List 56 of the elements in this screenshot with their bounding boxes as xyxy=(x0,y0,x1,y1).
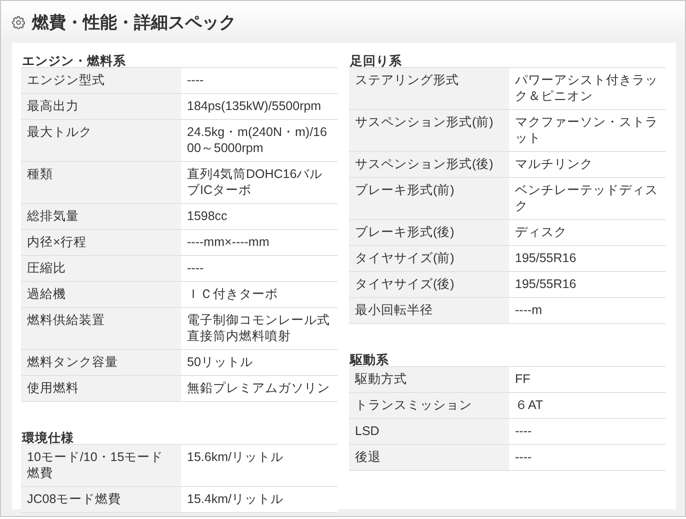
spec-value: マクファーソン・ストラット xyxy=(509,110,666,152)
spec-label: エンジン型式 xyxy=(21,68,181,94)
spec-value: 24.5kg・m(240N・m)/1600～5000rpm xyxy=(181,120,338,162)
spec-label: サスペンション形式(後) xyxy=(349,152,509,178)
section-heading: 足回り系 xyxy=(349,53,403,67)
spec-value: 195/55R16 xyxy=(509,272,666,298)
panel-title: 燃費・性能・詳細スペック xyxy=(32,12,236,34)
section-heading: 駆動系 xyxy=(349,352,390,366)
spec-value: ----m xyxy=(509,298,666,324)
spec-label: トランスミッション xyxy=(349,392,509,418)
spec-label: 圧縮比 xyxy=(21,256,181,282)
spec-label: 過給機 xyxy=(21,282,181,308)
gear-icon xyxy=(12,16,25,28)
spec-label: 10モード/10・15モード燃費 xyxy=(21,444,181,486)
spec-value: ＩＣ付きターボ xyxy=(181,282,338,308)
spec-label: 内径×行程 xyxy=(21,230,181,256)
spec-value: ---- xyxy=(181,68,338,94)
spec-value: 直列4気筒DOHC16バルブICターボ xyxy=(181,162,338,204)
spec-value: パワーアシスト付きラック＆ピニオン xyxy=(509,68,666,110)
spec-value: 1598cc xyxy=(181,204,338,230)
spec-label: 最小回転半径 xyxy=(349,298,509,324)
spec-label: サスペンション形式(前) xyxy=(349,110,509,152)
spec-value: 15.4km/リットル xyxy=(181,486,338,512)
spec-value: 電子制御コモンレール式直接筒内燃料噴射 xyxy=(181,308,338,350)
spec-label: 燃料タンク容量 xyxy=(21,350,181,376)
spec-label: 総排気量 xyxy=(21,204,181,230)
spec-label: タイヤサイズ(後) xyxy=(349,272,509,298)
spec-label: JC08モード燃費 xyxy=(21,486,181,512)
spec-label: タイヤサイズ(前) xyxy=(349,246,509,272)
spec-label: 燃料供給装置 xyxy=(21,308,181,350)
spec-label: 最高出力 xyxy=(21,94,181,120)
spec-label: LSD xyxy=(349,418,509,444)
spec-value: 184ps(135kW)/5500rpm xyxy=(181,94,338,120)
spec-value: 195/55R16 xyxy=(509,246,666,272)
spec-label: 使用燃料 xyxy=(21,376,181,402)
spec-value: ----mm×----mm xyxy=(181,230,338,256)
spec-label: 駆動方式 xyxy=(349,366,509,392)
section-heading: 環境仕様 xyxy=(21,430,75,444)
spec-value: ---- xyxy=(181,256,338,282)
spec-value: ６AT xyxy=(509,392,666,418)
spec-label: ブレーキ形式(前) xyxy=(349,178,509,220)
spec-label: ブレーキ形式(後) xyxy=(349,220,509,246)
spec-label: 最大トルク xyxy=(21,120,181,162)
spec-label: 種類 xyxy=(21,162,181,204)
spec-value: ベンチレーテッドディスク xyxy=(509,178,666,220)
spec-value: FF xyxy=(509,366,666,392)
section-heading: エンジン・燃料系 xyxy=(21,53,127,67)
spec-label: 後退 xyxy=(349,444,509,470)
spec-value: 無鉛プレミアムガソリン xyxy=(181,376,338,402)
spec-value: ---- xyxy=(509,444,666,470)
spec-value: ---- xyxy=(509,418,666,444)
spec-value: ディスク xyxy=(509,220,666,246)
spec-value: 50リットル xyxy=(181,350,338,376)
spec-label: ステアリング形式 xyxy=(349,68,509,110)
spec-value: マルチリンク xyxy=(509,152,666,178)
spec-value: 15.6km/リットル xyxy=(181,444,338,486)
